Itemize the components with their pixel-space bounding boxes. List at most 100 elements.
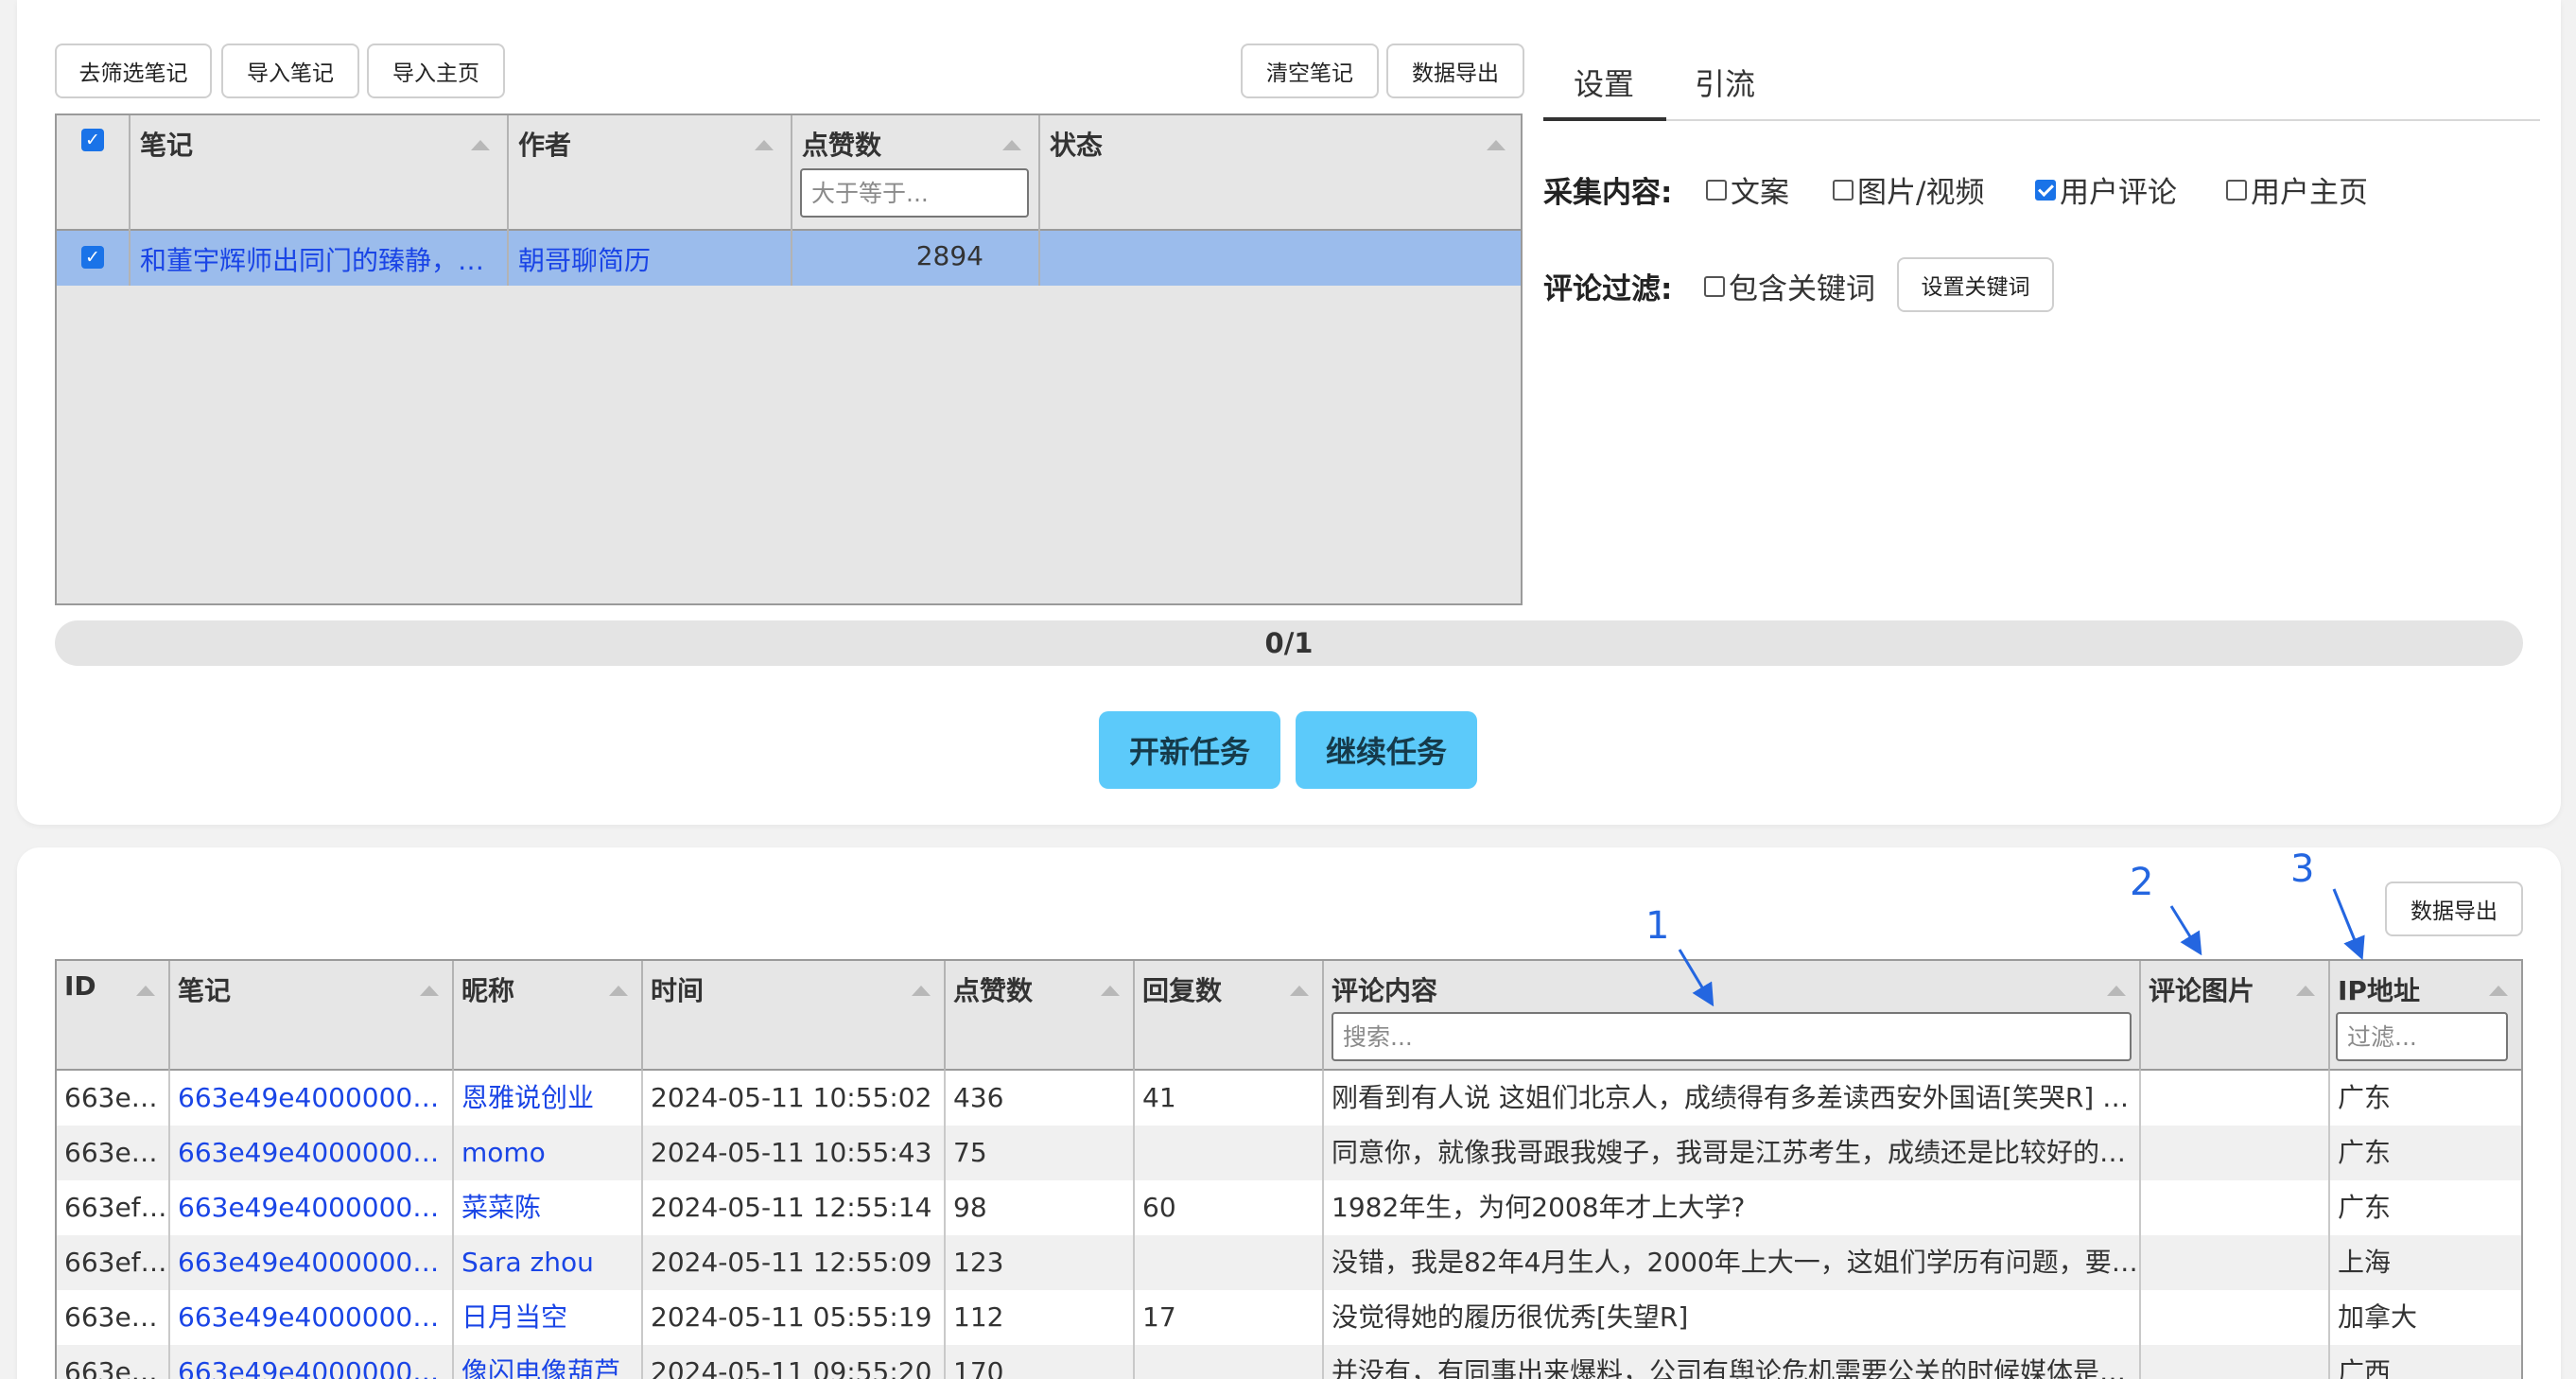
- tab-traffic[interactable]: 引流: [1695, 61, 1755, 104]
- content-cell: 并没有，有同事出来爆料，公司有舆论危机需要公关的时候媒体是…: [1324, 1345, 2141, 1379]
- time-cell: 2024-05-11 05:55:19: [643, 1290, 946, 1345]
- table-row[interactable]: 663ef… 663e49e400000000… 菜菜陈 2024-05-11 12:…: [57, 1180, 2521, 1235]
- checkbox[interactable]: [1833, 179, 1854, 201]
- notes-table-header: ✓ 笔记 作者 点赞数 状态: [57, 115, 1521, 229]
- tab-divider: [1543, 119, 2540, 121]
- table-row[interactable]: 663ef… 663e49e400000000… Sara zhou 2024-05-…: [57, 1235, 2521, 1290]
- time-cell: 2024-05-11 12:55:14: [643, 1180, 946, 1235]
- select-all-checkbox[interactable]: ✓: [81, 129, 104, 151]
- nickname-link[interactable]: 日月当空: [454, 1290, 643, 1345]
- table-row[interactable]: 663e… 663e49e400000000… 像闪电像葫芦 2024-05-11 0…: [57, 1345, 2521, 1379]
- set-keywords-button[interactable]: 设置关键词: [1897, 257, 2054, 312]
- header-status[interactable]: 状态: [1040, 115, 1521, 229]
- id-cell: 663e…: [57, 1345, 170, 1379]
- replies-cell: 41: [1135, 1071, 1324, 1126]
- arrow-icon: [2332, 888, 2365, 961]
- id-cell: 663e…: [57, 1126, 170, 1180]
- ip-cell: 广西: [2338, 1356, 2392, 1379]
- import-notes-button[interactable]: 导入笔记: [221, 44, 359, 98]
- task-panel: 去筛选笔记 导入笔记 导入主页 清空笔记 数据导出 ✓ 笔记 作者 点赞数 状态: [17, 0, 2561, 825]
- progress-bar: 0/1: [55, 620, 2523, 666]
- annotation-arrows: [1678, 888, 2365, 1007]
- header-note[interactable]: 笔记: [131, 115, 509, 229]
- time-cell: 2024-05-11 10:55:43: [643, 1126, 946, 1180]
- note-link[interactable]: 663e49e400000000…: [170, 1071, 454, 1126]
- comment-filter-label: 评论过滤:: [1543, 272, 1673, 306]
- nickname-link[interactable]: 恩雅说创业: [454, 1071, 643, 1126]
- header-likes[interactable]: 点赞数: [792, 115, 1040, 229]
- comment-image-cell: [2141, 1071, 2330, 1126]
- comments-panel: 数据导出 ID 笔记 昵称 时间 点赞数 回复数 评论内容 评论图片 IP地址 …: [17, 847, 2561, 1379]
- likes-filter-input[interactable]: [800, 168, 1029, 218]
- comment-image-cell: [2141, 1345, 2330, 1379]
- divider: [791, 229, 792, 286]
- select-all-cell: ✓: [57, 115, 131, 229]
- checkbox[interactable]: [1706, 179, 1727, 201]
- checkbox[interactable]: [1704, 275, 1725, 297]
- divider: [1038, 229, 1040, 286]
- comment-image-cell: [2141, 1235, 2330, 1290]
- collect-option-comments[interactable]: 用户评论: [2035, 168, 2177, 211]
- checkbox[interactable]: [2035, 179, 2056, 201]
- time-cell: 2024-05-11 12:55:09: [643, 1235, 946, 1290]
- nickname-link[interactable]: Sara zhou: [454, 1235, 643, 1290]
- filter-notes-button[interactable]: 去筛选笔记: [55, 44, 212, 98]
- sort-icon[interactable]: [471, 140, 490, 150]
- new-task-button[interactable]: 开新任务: [1099, 711, 1280, 789]
- content-cell: 同意你，就像我哥跟我嫂子，我哥是江苏考生，成绩还是比较好的…: [1324, 1126, 2141, 1180]
- likes-cell: 170: [946, 1345, 1135, 1379]
- divider: [507, 229, 509, 286]
- replies-cell: 17: [1135, 1290, 1324, 1345]
- replies-cell: [1135, 1235, 1324, 1290]
- table-row[interactable]: 663e… 663e49e400000000… 日月当空 2024-05-11 05:…: [57, 1290, 2521, 1345]
- time-cell: 2024-05-11 09:55:20: [643, 1345, 946, 1379]
- keyword-filter-option[interactable]: 包含关键词: [1704, 265, 1875, 307]
- author-link[interactable]: 朝哥聊简历: [518, 240, 783, 278]
- arrow-icon: [1678, 949, 1714, 1007]
- id-cell: 663e…: [57, 1071, 170, 1126]
- ip-cell: 广东: [2338, 1082, 2392, 1113]
- likes-cell: 436: [946, 1071, 1135, 1126]
- collect-option-media[interactable]: 图片/视频: [1833, 168, 1984, 211]
- clear-notes-button[interactable]: 清空笔记: [1241, 44, 1379, 98]
- continue-task-button[interactable]: 继续任务: [1296, 711, 1477, 789]
- collect-option-text[interactable]: 文案: [1706, 168, 1789, 211]
- sort-icon[interactable]: [755, 140, 774, 150]
- checkbox[interactable]: [2226, 179, 2247, 201]
- note-link[interactable]: 663e49e400000000…: [170, 1345, 454, 1379]
- nickname-link[interactable]: 像闪电像葫芦: [454, 1345, 643, 1379]
- collect-option-profile[interactable]: 用户主页: [2226, 168, 2368, 211]
- note-link[interactable]: 663e49e400000000…: [170, 1126, 454, 1180]
- arrow-icon: [2169, 905, 2202, 956]
- note-title-link[interactable]: 和董宇辉师出同门的臻静，…: [140, 240, 499, 278]
- likes-cell: 75: [946, 1126, 1135, 1180]
- note-link[interactable]: 663e49e400000000…: [170, 1180, 454, 1235]
- sort-icon[interactable]: [1002, 140, 1021, 150]
- tab-active-indicator: [1543, 117, 1666, 121]
- ip-cell: 加拿大: [2338, 1301, 2418, 1333]
- table-row[interactable]: 663e… 663e49e400000000… momo 2024-05-11 10:…: [57, 1126, 2521, 1180]
- comment-image-cell: [2141, 1290, 2330, 1345]
- nickname-link[interactable]: 菜菜陈: [454, 1180, 643, 1235]
- header-author[interactable]: 作者: [509, 115, 792, 229]
- ip-cell: 上海: [2338, 1247, 2392, 1278]
- note-link[interactable]: 663e49e400000000…: [170, 1235, 454, 1290]
- export-data-button[interactable]: 数据导出: [1386, 44, 1524, 98]
- table-row[interactable]: ✓ 和董宇辉师出同门的臻静，… 朝哥聊简历 2894: [57, 229, 1521, 286]
- note-link[interactable]: 663e49e400000000…: [170, 1290, 454, 1345]
- tab-settings[interactable]: 设置: [1574, 61, 1634, 104]
- replies-cell: [1135, 1126, 1324, 1180]
- likes-cell: 2894: [915, 240, 983, 271]
- sort-icon[interactable]: [1487, 140, 1506, 150]
- import-home-button[interactable]: 导入主页: [367, 44, 505, 98]
- table-row[interactable]: 663e… 663e49e400000000… 恩雅说创业 2024-05-11 10…: [57, 1071, 2521, 1126]
- nickname-link[interactable]: momo: [454, 1126, 643, 1180]
- content-cell: 没错，我是82年4月生人，2000年上大一，这姐们学历有问题，要…: [1324, 1235, 2141, 1290]
- comment-image-cell: [2141, 1180, 2330, 1235]
- content-cell: 没觉得她的履历很优秀[失望R]: [1324, 1290, 2141, 1345]
- row-checkbox[interactable]: ✓: [81, 246, 104, 269]
- id-cell: 663ef…: [57, 1235, 170, 1290]
- likes-cell: 123: [946, 1235, 1135, 1290]
- replies-cell: [1135, 1345, 1324, 1379]
- comment-image-cell: [2141, 1126, 2330, 1180]
